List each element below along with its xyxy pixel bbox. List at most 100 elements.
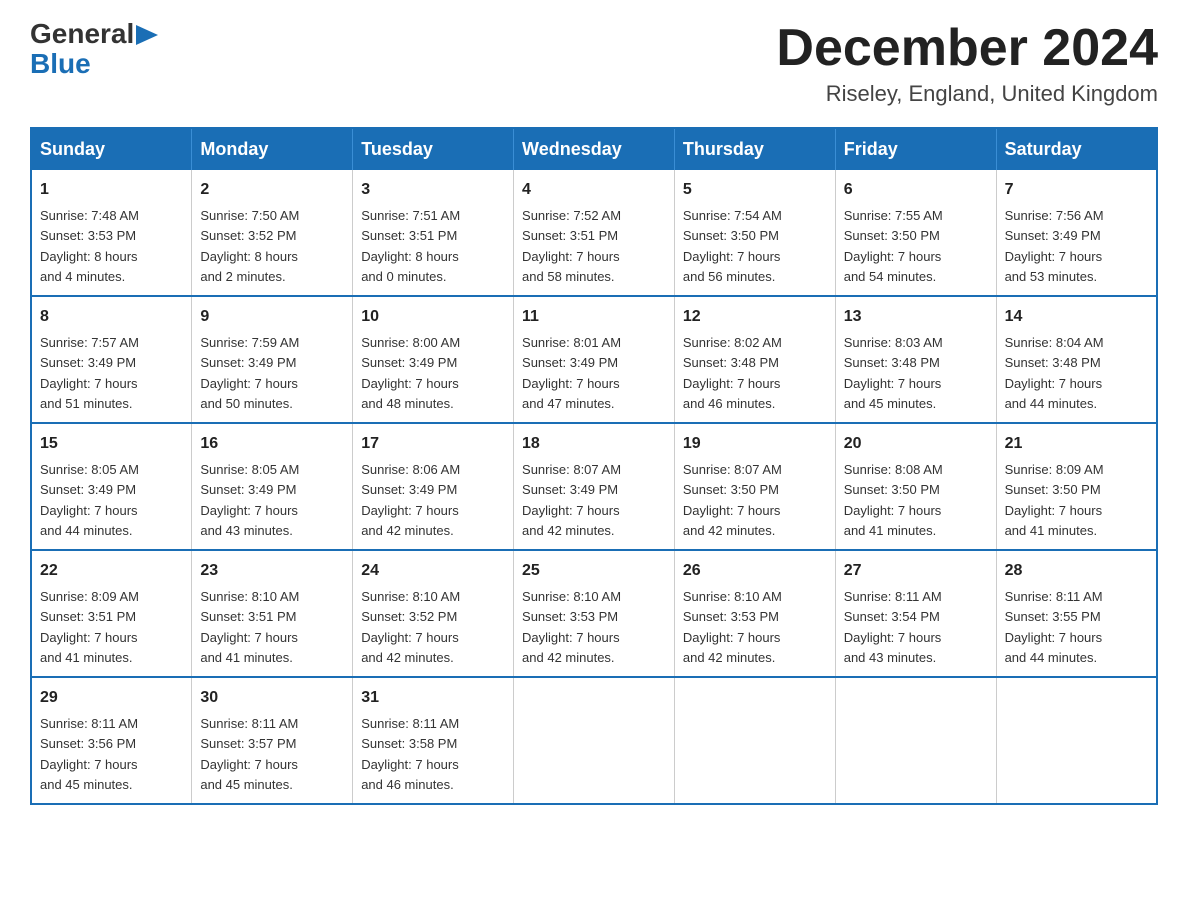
day-number: 1: [40, 178, 183, 202]
day-info: Sunrise: 7:56 AMSunset: 3:49 PMDaylight:…: [1005, 208, 1104, 284]
calendar-week-2: 8 Sunrise: 7:57 AMSunset: 3:49 PMDayligh…: [31, 296, 1157, 423]
day-number: 15: [40, 432, 183, 456]
calendar-day-11: 11 Sunrise: 8:01 AMSunset: 3:49 PMDaylig…: [514, 296, 675, 423]
day-number: 21: [1005, 432, 1148, 456]
calendar-week-3: 15 Sunrise: 8:05 AMSunset: 3:49 PMDaylig…: [31, 423, 1157, 550]
day-info: Sunrise: 8:00 AMSunset: 3:49 PMDaylight:…: [361, 335, 460, 411]
calendar-day-16: 16 Sunrise: 8:05 AMSunset: 3:49 PMDaylig…: [192, 423, 353, 550]
empty-cell: [996, 677, 1157, 804]
day-number: 26: [683, 559, 827, 583]
calendar-day-6: 6 Sunrise: 7:55 AMSunset: 3:50 PMDayligh…: [835, 170, 996, 296]
calendar-week-5: 29 Sunrise: 8:11 AMSunset: 3:56 PMDaylig…: [31, 677, 1157, 804]
calendar-day-26: 26 Sunrise: 8:10 AMSunset: 3:53 PMDaylig…: [674, 550, 835, 677]
day-info: Sunrise: 8:02 AMSunset: 3:48 PMDaylight:…: [683, 335, 782, 411]
calendar-day-20: 20 Sunrise: 8:08 AMSunset: 3:50 PMDaylig…: [835, 423, 996, 550]
logo-blue: Blue: [30, 48, 91, 80]
calendar-header-row: SundayMondayTuesdayWednesdayThursdayFrid…: [31, 128, 1157, 170]
day-number: 8: [40, 305, 183, 329]
day-info: Sunrise: 8:11 AMSunset: 3:56 PMDaylight:…: [40, 716, 138, 792]
weekday-header-friday: Friday: [835, 128, 996, 170]
day-number: 18: [522, 432, 666, 456]
calendar-day-24: 24 Sunrise: 8:10 AMSunset: 3:52 PMDaylig…: [353, 550, 514, 677]
calendar-day-30: 30 Sunrise: 8:11 AMSunset: 3:57 PMDaylig…: [192, 677, 353, 804]
day-number: 17: [361, 432, 505, 456]
day-number: 24: [361, 559, 505, 583]
calendar-day-28: 28 Sunrise: 8:11 AMSunset: 3:55 PMDaylig…: [996, 550, 1157, 677]
day-info: Sunrise: 7:57 AMSunset: 3:49 PMDaylight:…: [40, 335, 139, 411]
location: Riseley, England, United Kingdom: [776, 81, 1158, 107]
day-number: 14: [1005, 305, 1148, 329]
logo-general: General: [30, 20, 134, 48]
day-info: Sunrise: 8:11 AMSunset: 3:54 PMDaylight:…: [844, 589, 942, 665]
calendar-day-21: 21 Sunrise: 8:09 AMSunset: 3:50 PMDaylig…: [996, 423, 1157, 550]
weekday-header-sunday: Sunday: [31, 128, 192, 170]
calendar-day-14: 14 Sunrise: 8:04 AMSunset: 3:48 PMDaylig…: [996, 296, 1157, 423]
empty-cell: [835, 677, 996, 804]
day-info: Sunrise: 8:09 AMSunset: 3:50 PMDaylight:…: [1005, 462, 1104, 538]
day-number: 2: [200, 178, 344, 202]
weekday-header-tuesday: Tuesday: [353, 128, 514, 170]
calendar-day-1: 1 Sunrise: 7:48 AMSunset: 3:53 PMDayligh…: [31, 170, 192, 296]
day-info: Sunrise: 7:51 AMSunset: 3:51 PMDaylight:…: [361, 208, 460, 284]
day-info: Sunrise: 8:11 AMSunset: 3:58 PMDaylight:…: [361, 716, 459, 792]
logo-triangle-icon: [136, 25, 158, 45]
calendar-day-7: 7 Sunrise: 7:56 AMSunset: 3:49 PMDayligh…: [996, 170, 1157, 296]
calendar-day-19: 19 Sunrise: 8:07 AMSunset: 3:50 PMDaylig…: [674, 423, 835, 550]
calendar-day-31: 31 Sunrise: 8:11 AMSunset: 3:58 PMDaylig…: [353, 677, 514, 804]
day-number: 22: [40, 559, 183, 583]
weekday-header-saturday: Saturday: [996, 128, 1157, 170]
day-info: Sunrise: 8:01 AMSunset: 3:49 PMDaylight:…: [522, 335, 621, 411]
day-info: Sunrise: 7:55 AMSunset: 3:50 PMDaylight:…: [844, 208, 943, 284]
day-number: 27: [844, 559, 988, 583]
calendar-day-17: 17 Sunrise: 8:06 AMSunset: 3:49 PMDaylig…: [353, 423, 514, 550]
day-number: 3: [361, 178, 505, 202]
calendar-day-4: 4 Sunrise: 7:52 AMSunset: 3:51 PMDayligh…: [514, 170, 675, 296]
day-number: 29: [40, 686, 183, 710]
weekday-header-monday: Monday: [192, 128, 353, 170]
day-info: Sunrise: 8:07 AMSunset: 3:49 PMDaylight:…: [522, 462, 621, 538]
day-number: 9: [200, 305, 344, 329]
day-number: 25: [522, 559, 666, 583]
weekday-header-wednesday: Wednesday: [514, 128, 675, 170]
calendar-day-13: 13 Sunrise: 8:03 AMSunset: 3:48 PMDaylig…: [835, 296, 996, 423]
day-number: 10: [361, 305, 505, 329]
day-number: 19: [683, 432, 827, 456]
day-info: Sunrise: 8:05 AMSunset: 3:49 PMDaylight:…: [200, 462, 299, 538]
logo: General Blue: [30, 20, 158, 80]
day-info: Sunrise: 8:11 AMSunset: 3:57 PMDaylight:…: [200, 716, 298, 792]
day-number: 11: [522, 305, 666, 329]
day-number: 4: [522, 178, 666, 202]
calendar-day-22: 22 Sunrise: 8:09 AMSunset: 3:51 PMDaylig…: [31, 550, 192, 677]
calendar-day-12: 12 Sunrise: 8:02 AMSunset: 3:48 PMDaylig…: [674, 296, 835, 423]
calendar-day-5: 5 Sunrise: 7:54 AMSunset: 3:50 PMDayligh…: [674, 170, 835, 296]
calendar-day-10: 10 Sunrise: 8:00 AMSunset: 3:49 PMDaylig…: [353, 296, 514, 423]
empty-cell: [674, 677, 835, 804]
calendar-day-3: 3 Sunrise: 7:51 AMSunset: 3:51 PMDayligh…: [353, 170, 514, 296]
title-section: December 2024 Riseley, England, United K…: [776, 20, 1158, 107]
page-header: General Blue December 2024 Riseley, Engl…: [30, 20, 1158, 107]
day-info: Sunrise: 7:50 AMSunset: 3:52 PMDaylight:…: [200, 208, 299, 284]
day-info: Sunrise: 7:59 AMSunset: 3:49 PMDaylight:…: [200, 335, 299, 411]
calendar-day-8: 8 Sunrise: 7:57 AMSunset: 3:49 PMDayligh…: [31, 296, 192, 423]
calendar-day-27: 27 Sunrise: 8:11 AMSunset: 3:54 PMDaylig…: [835, 550, 996, 677]
day-number: 13: [844, 305, 988, 329]
day-number: 5: [683, 178, 827, 202]
day-info: Sunrise: 7:52 AMSunset: 3:51 PMDaylight:…: [522, 208, 621, 284]
day-info: Sunrise: 8:07 AMSunset: 3:50 PMDaylight:…: [683, 462, 782, 538]
day-info: Sunrise: 8:03 AMSunset: 3:48 PMDaylight:…: [844, 335, 943, 411]
day-info: Sunrise: 8:09 AMSunset: 3:51 PMDaylight:…: [40, 589, 139, 665]
day-info: Sunrise: 8:10 AMSunset: 3:52 PMDaylight:…: [361, 589, 460, 665]
day-info: Sunrise: 8:11 AMSunset: 3:55 PMDaylight:…: [1005, 589, 1103, 665]
day-info: Sunrise: 8:05 AMSunset: 3:49 PMDaylight:…: [40, 462, 139, 538]
day-number: 28: [1005, 559, 1148, 583]
calendar-day-15: 15 Sunrise: 8:05 AMSunset: 3:49 PMDaylig…: [31, 423, 192, 550]
day-number: 23: [200, 559, 344, 583]
calendar-day-23: 23 Sunrise: 8:10 AMSunset: 3:51 PMDaylig…: [192, 550, 353, 677]
calendar-week-4: 22 Sunrise: 8:09 AMSunset: 3:51 PMDaylig…: [31, 550, 1157, 677]
day-info: Sunrise: 8:10 AMSunset: 3:51 PMDaylight:…: [200, 589, 299, 665]
calendar-day-18: 18 Sunrise: 8:07 AMSunset: 3:49 PMDaylig…: [514, 423, 675, 550]
day-info: Sunrise: 8:04 AMSunset: 3:48 PMDaylight:…: [1005, 335, 1104, 411]
day-info: Sunrise: 7:54 AMSunset: 3:50 PMDaylight:…: [683, 208, 782, 284]
day-number: 16: [200, 432, 344, 456]
day-info: Sunrise: 7:48 AMSunset: 3:53 PMDaylight:…: [40, 208, 139, 284]
